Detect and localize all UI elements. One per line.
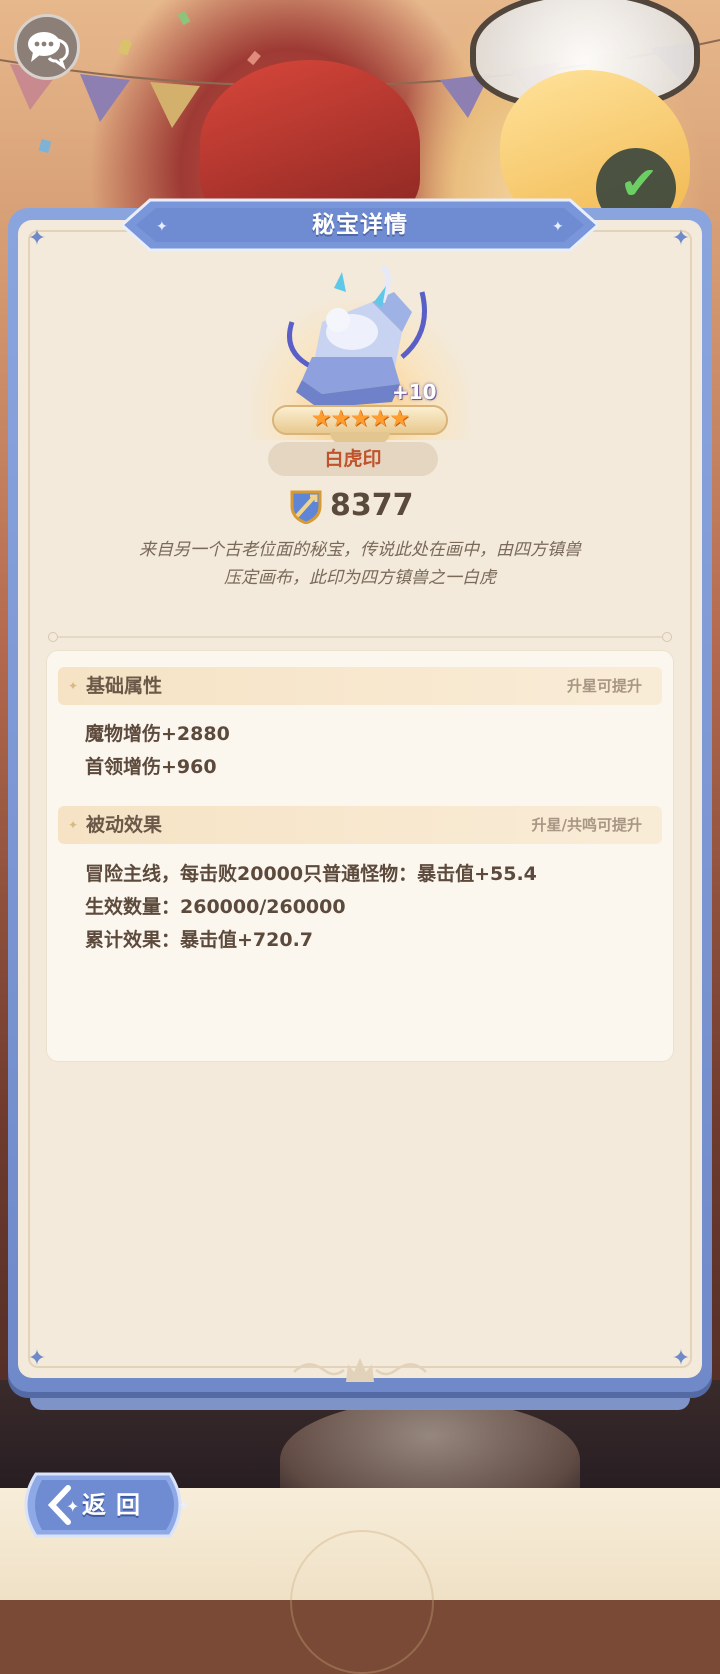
passive-title: 被动效果	[86, 814, 163, 836]
bottom-emblem	[290, 1530, 434, 1674]
enhance-level: +10	[392, 380, 437, 404]
sparkle-icon: ✦	[68, 679, 79, 693]
passive-line: 冒险主线，每击败20000只普通怪物：暴击值+55.4	[85, 863, 537, 885]
corner-ornament: ✦	[27, 226, 47, 251]
dialog-title: 秘宝详情	[312, 212, 408, 238]
star-rating: ★★★★★	[310, 406, 410, 432]
description-line: 压定画布，此印为四方镇兽之一白虎	[224, 568, 496, 588]
item-name: 白虎印	[324, 448, 382, 470]
corner-ornament: ✦	[671, 226, 691, 251]
attributes-card	[46, 650, 674, 1062]
divider-endpoint	[48, 632, 58, 642]
item-description: 来自另一个古老位面的秘宝，传说此处在画中，由四方镇兽 压定画布，此印为四方镇兽之…	[60, 536, 660, 592]
base-stats-title: 基础属性	[86, 675, 163, 697]
sword-shield-icon	[290, 490, 322, 524]
chat-bubbles-icon	[28, 32, 69, 70]
back-button-label[interactable]: 返回	[82, 1470, 150, 1540]
power-value: 8377	[330, 488, 414, 523]
svg-text:✦: ✦	[178, 1498, 190, 1514]
description-line: 来自另一个古老位面的秘宝，传说此处在画中，由四方镇兽	[139, 540, 581, 560]
base-stat-line: 魔物增伤+2880	[85, 723, 230, 745]
passive-line: 累计效果：暴击值+720.7	[85, 929, 314, 951]
base-stat-line: 首领增伤+960	[85, 756, 217, 778]
chat-button[interactable]	[14, 14, 80, 80]
passive-line: 生效数量：260000/260000	[85, 896, 346, 918]
section-divider	[52, 636, 668, 638]
divider-endpoint	[662, 632, 672, 642]
checkmark-icon: ✔	[619, 156, 659, 210]
passive-note: 升星/共鸣可提升	[531, 816, 642, 834]
sparkle-icon: ✦	[68, 818, 79, 832]
corner-ornament: ✦	[671, 1346, 691, 1371]
corner-ornament: ✦	[27, 1346, 47, 1371]
svg-text:✦: ✦	[66, 1497, 79, 1516]
base-stats-note: 升星可提升	[566, 677, 642, 695]
bottom-ornament	[293, 1358, 427, 1382]
